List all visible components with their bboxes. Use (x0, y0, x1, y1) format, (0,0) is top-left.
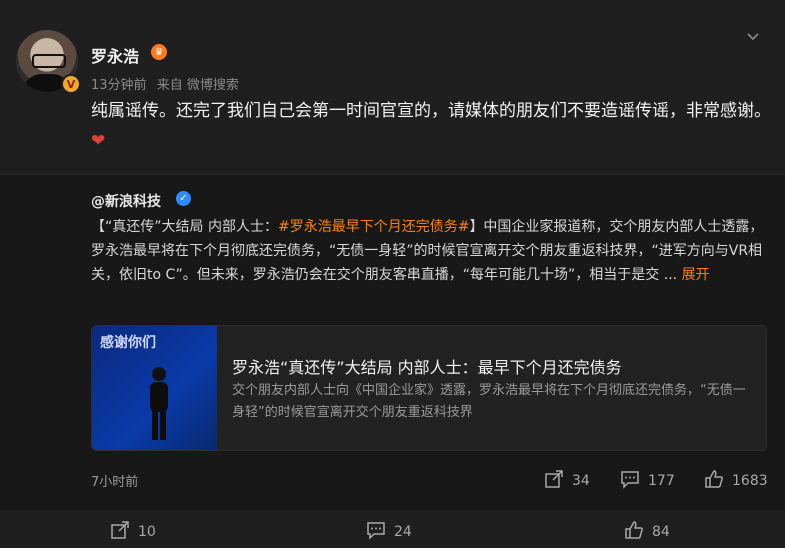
comment-icon (366, 520, 386, 544)
post-card: V 罗永浩 ♛ 13分钟前 来自 微博搜索 纯属谣传。还完了我们自己会第一时间官… (0, 0, 785, 175)
card-description: 交个朋友内部人士向《中国企业家》透露，罗永浩最早将在下个月彻底还完债务，“无债一… (232, 383, 746, 420)
card-thumbnail: 感谢你们 (92, 326, 217, 450)
share-icon (544, 469, 564, 493)
post-content: 纯属谣传。还完了我们自己会第一时间官宣的，请媒体的朋友们不要造谣传谣，非常感谢。… (91, 96, 771, 156)
like-action[interactable]: 84 (624, 520, 670, 544)
repost-text-lead: 【“真还传”大结局 内部人士： (91, 219, 278, 235)
repost-time[interactable]: 7小时前 (91, 471, 138, 490)
bottom-like-count: 84 (652, 524, 670, 540)
author-name[interactable]: 罗永浩 (91, 43, 139, 67)
person-silhouette-icon (150, 367, 168, 440)
crown-icon: ♛ (151, 44, 167, 60)
avatar-glasses (32, 54, 66, 68)
bottom-comment-count: 24 (394, 524, 412, 540)
repost-comment-action[interactable]: 177 (620, 469, 675, 493)
thumbs-up-icon (704, 469, 724, 493)
post-text: 纯属谣传。还完了我们自己会第一时间官宣的，请媒体的朋友们不要造谣传谣，非常感谢。 (91, 101, 771, 121)
verified-badge-icon: V (61, 74, 81, 94)
post-time[interactable]: 13分钟前 (91, 78, 147, 93)
link-card[interactable]: 感谢你们 罗永浩“真还传”大结局 内部人士：最早下个月还完债务 交个朋友内部人士… (91, 325, 767, 451)
share-action[interactable]: 10 (110, 520, 156, 544)
chevron-down-icon[interactable] (745, 28, 761, 44)
hashtag-link[interactable]: #罗永浩最早下个月还完债务# (278, 219, 469, 235)
like-count: 1683 (732, 473, 768, 489)
comment-icon (620, 469, 640, 493)
share-icon (110, 520, 130, 544)
comment-count: 177 (648, 473, 675, 489)
repost-like-action[interactable]: 1683 (704, 469, 768, 493)
thumb-caption: 感谢你们 (100, 335, 156, 351)
bottom-share-count: 10 (138, 524, 156, 540)
share-count: 34 (572, 473, 590, 489)
repost-text: 【“真还传”大结局 内部人士：#罗永浩最早下个月还完债务#】中国企业家报道称，交… (91, 215, 771, 287)
post-meta: 13分钟前 来自 微博搜索 (91, 74, 245, 93)
heart-emoji-icon: ❤ (91, 131, 106, 151)
repost-card: @新浪科技 ✓ 【“真还传”大结局 内部人士：#罗永浩最早下个月还完债务#】中国… (0, 175, 785, 548)
post-source: 来自 微博搜索 (156, 78, 239, 93)
thumbs-up-icon (624, 520, 644, 544)
bottom-action-bar: 10 24 84 (0, 510, 785, 548)
expand-link[interactable]: 展开 (682, 267, 710, 283)
comment-action[interactable]: 24 (366, 520, 412, 544)
card-title[interactable]: 罗永浩“真还传”大结局 内部人士：最早下个月还完债务 (232, 354, 622, 378)
repost-share-action[interactable]: 34 (544, 469, 590, 493)
repost-source-name[interactable]: @新浪科技 (91, 191, 161, 211)
verified-blue-icon: ✓ (176, 191, 191, 206)
